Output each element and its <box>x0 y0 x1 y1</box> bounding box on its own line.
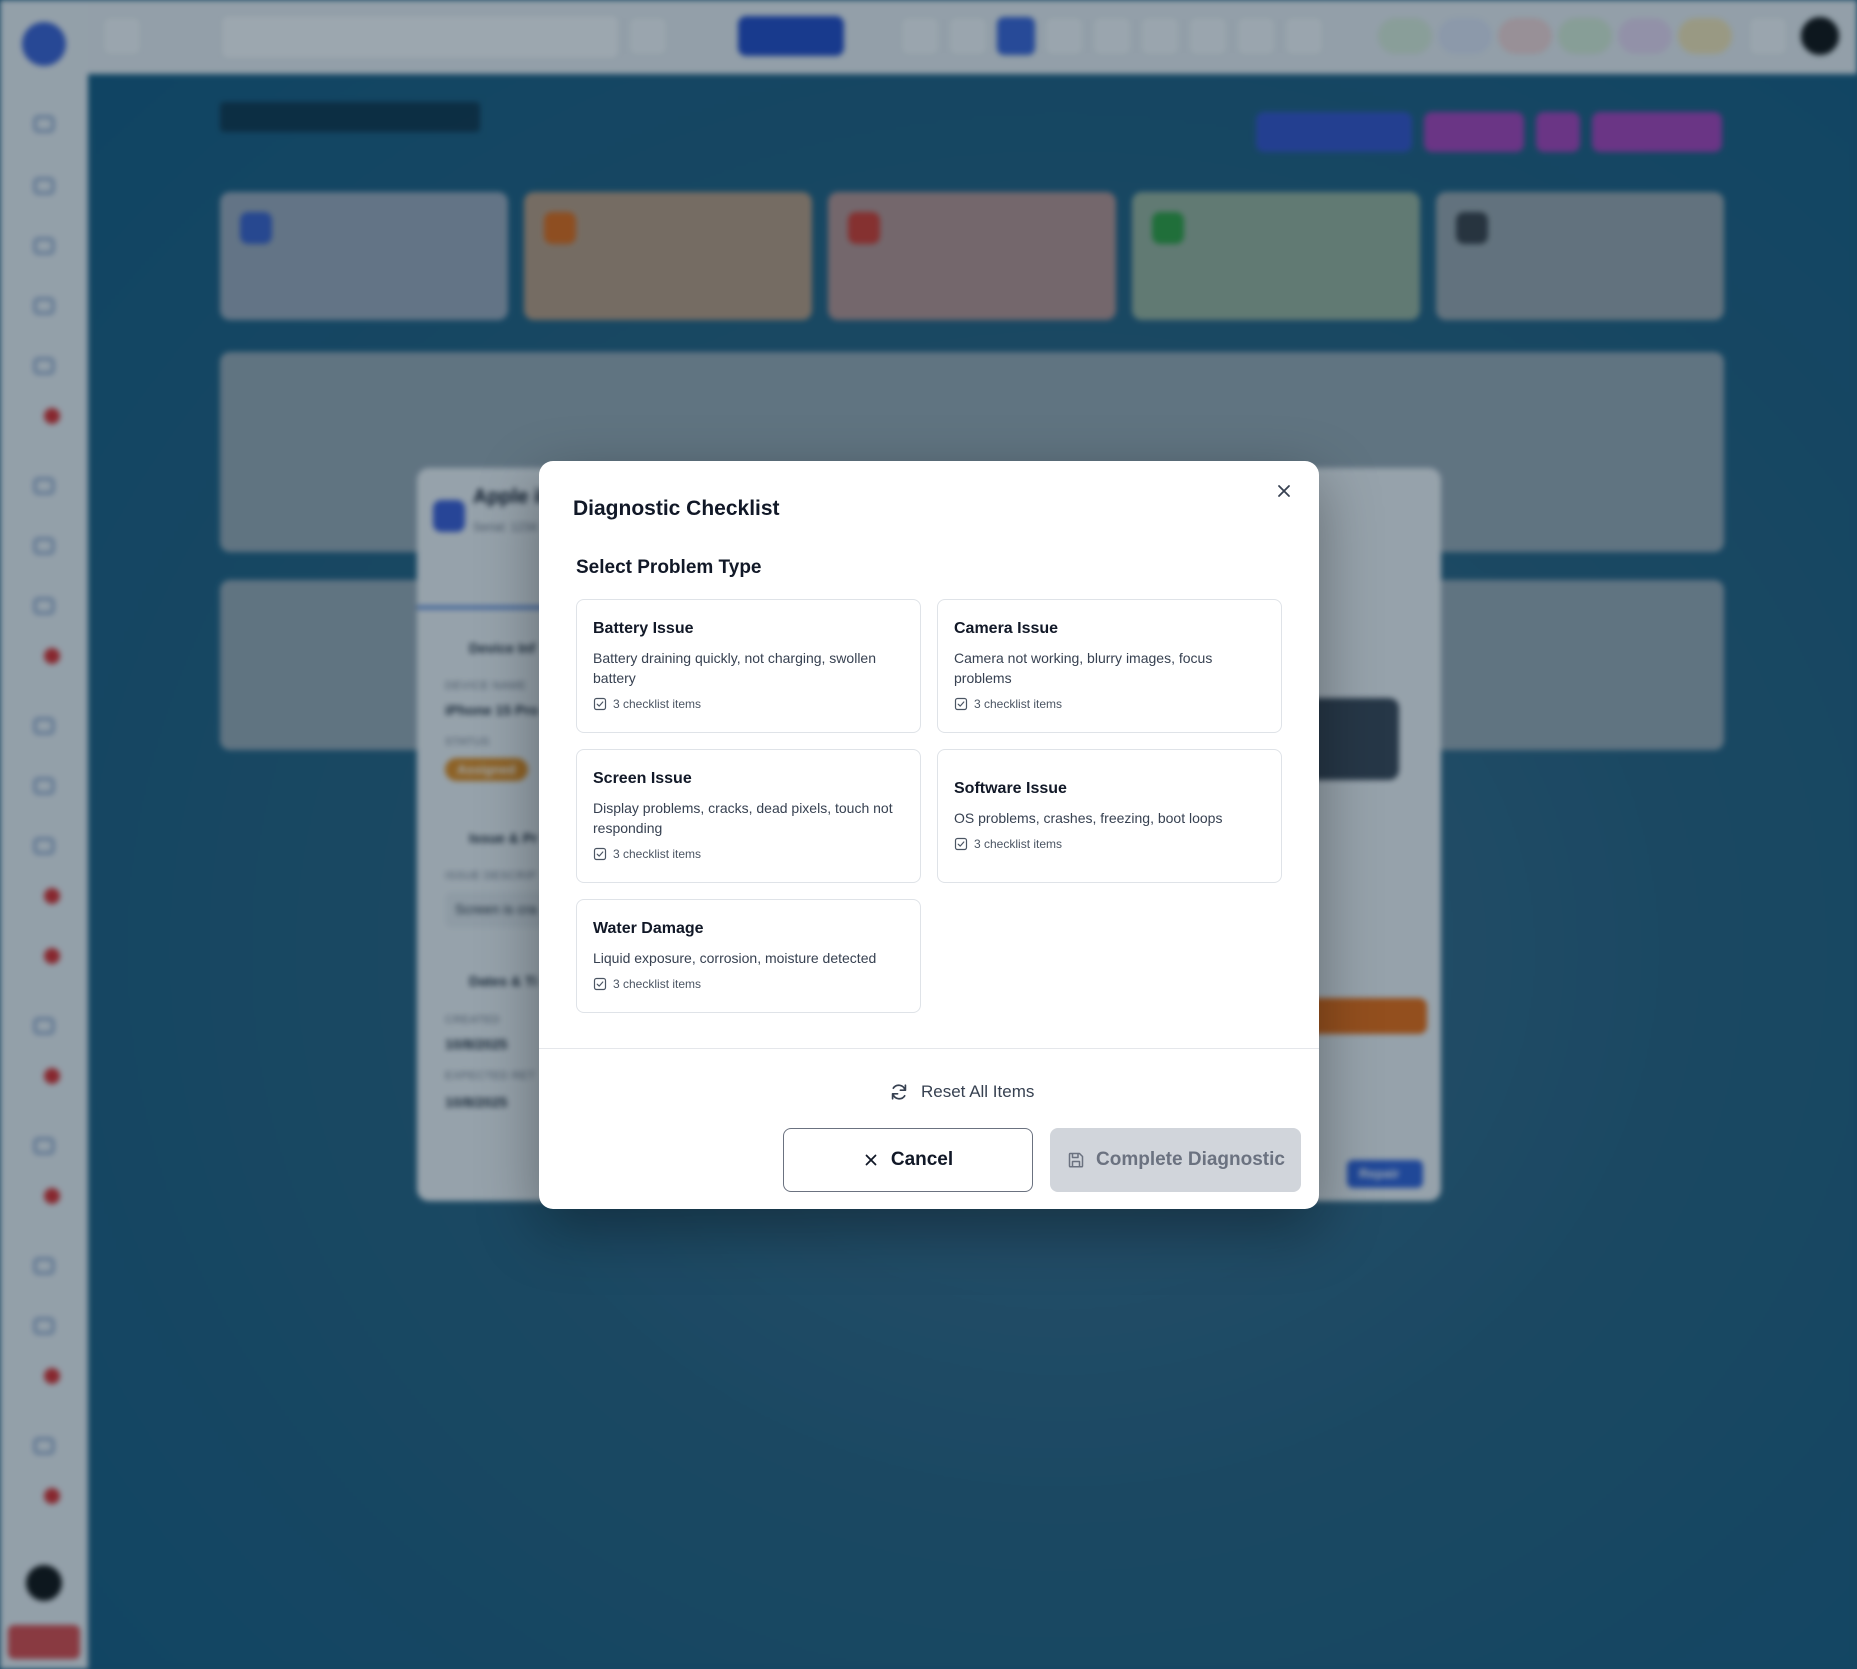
problem-card-title: Water Damage <box>593 920 704 937</box>
problem-card-title: Battery Issue <box>593 620 694 637</box>
checklist-count: 3 checklist items <box>613 697 702 711</box>
problem-card-meta: 3 checklist items <box>593 977 904 991</box>
complete-diagnostic-button[interactable]: Complete Diagnostic <box>1050 1128 1301 1192</box>
problem-card-description: Camera not working, blurry images, focus… <box>954 650 1213 686</box>
problem-card-screen[interactable]: Screen Issue Display problems, cracks, d… <box>576 749 921 883</box>
problem-card-description: Liquid exposure, corrosion, moisture det… <box>593 950 877 966</box>
problem-card-description: Battery draining quickly, not charging, … <box>593 650 877 686</box>
checkbox-icon <box>593 847 607 861</box>
checkbox-icon <box>593 697 607 711</box>
problem-card-meta: 3 checklist items <box>954 837 1265 851</box>
problem-card-title: Camera Issue <box>954 620 1059 637</box>
checklist-count: 3 checklist items <box>613 977 702 991</box>
problem-card-camera[interactable]: Camera Issue Camera not working, blurry … <box>937 599 1282 733</box>
problem-card-description: Display problems, cracks, dead pixels, t… <box>593 800 893 836</box>
problem-card-battery[interactable]: Battery Issue Battery draining quickly, … <box>576 599 921 733</box>
reset-label: Reset All Items <box>921 1082 1035 1101</box>
cancel-button[interactable]: Cancel <box>783 1128 1033 1192</box>
checkbox-icon <box>593 977 607 991</box>
complete-label: Complete Diagnostic <box>1096 1149 1285 1170</box>
problem-card-water-damage[interactable]: Water Damage Liquid exposure, corrosion,… <box>576 899 921 1013</box>
problem-card-meta: 3 checklist items <box>593 697 904 711</box>
problem-card-meta: 3 checklist items <box>954 697 1265 711</box>
checkbox-icon <box>954 697 968 711</box>
problem-card-title: Screen Issue <box>593 770 692 787</box>
section-title: Select Problem Type <box>576 557 762 578</box>
problem-card-meta: 3 checklist items <box>593 847 904 861</box>
reset-all-items-button[interactable]: Reset All Items <box>889 1074 1169 1110</box>
modal-title: Diagnostic Checklist <box>573 497 780 520</box>
diagnostic-checklist-modal: Diagnostic Checklist Select Problem Type… <box>539 461 1319 1209</box>
x-icon <box>865 1154 877 1166</box>
cancel-label: Cancel <box>890 1149 954 1170</box>
checklist-count: 3 checklist items <box>974 697 1063 711</box>
close-icon <box>1278 485 1290 497</box>
problem-card-software[interactable]: Software Issue OS problems, crashes, fre… <box>937 749 1282 883</box>
save-icon <box>1068 1152 1084 1168</box>
checklist-count: 3 checklist items <box>613 847 702 861</box>
problem-card-description: OS problems, crashes, freezing, boot loo… <box>954 810 1223 826</box>
footer-divider <box>539 1048 1319 1049</box>
refresh-icon <box>891 1084 907 1100</box>
close-button[interactable] <box>1270 477 1298 505</box>
problem-card-title: Software Issue <box>954 780 1067 797</box>
checkbox-icon <box>954 837 968 851</box>
checklist-count: 3 checklist items <box>974 837 1063 851</box>
